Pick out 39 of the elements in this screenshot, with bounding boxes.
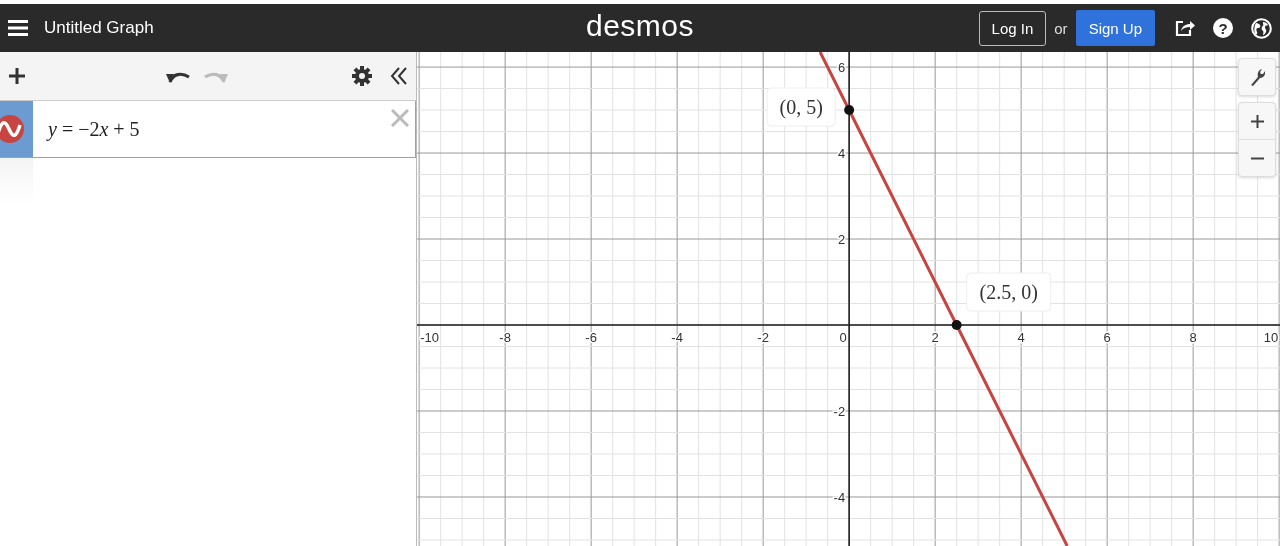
wrench-icon [1249, 68, 1265, 86]
tick-label: -6 [585, 330, 597, 345]
annotation: (0, 5) [779, 96, 823, 120]
tick-label: -8 [499, 330, 511, 345]
settings-icon[interactable] [352, 66, 372, 86]
share-icon[interactable] [1175, 19, 1195, 37]
point-marker[interactable] [951, 320, 962, 330]
tick-label: 6 [1103, 330, 1111, 345]
or-text: or [1054, 19, 1068, 37]
add-icon[interactable] [8, 67, 26, 85]
expression-text[interactable]: y = −2x + 5 [48, 117, 140, 141]
help-icon[interactable]: ? [1213, 18, 1233, 38]
login-button[interactable]: Log In [978, 10, 1047, 46]
point-label: (2.5, 0) [966, 272, 1052, 312]
tick-label: 10 [1263, 330, 1279, 345]
plus-icon [1250, 114, 1264, 128]
annotation: (2.5, 0) [979, 281, 1038, 305]
tick-label: -4 [671, 330, 683, 345]
tick-label: -10 [420, 330, 439, 345]
point-marker[interactable] [844, 105, 855, 116]
graph-title: Untitled Graph [44, 18, 154, 38]
tick-label: 6 [837, 60, 846, 76]
globe-icon[interactable] [1251, 17, 1272, 39]
signup-button[interactable]: Sign Up [1075, 10, 1155, 46]
collapse-icon[interactable] [390, 67, 408, 85]
tick-label: 8 [1189, 330, 1197, 345]
minus-icon [1250, 156, 1264, 160]
tick-label: -2 [757, 330, 769, 345]
logo: desmos [586, 9, 694, 43]
point-label: (0, 5) [766, 87, 836, 127]
expression-row[interactable]: y = −2x + 5 [0, 101, 416, 158]
menu-icon[interactable] [8, 20, 28, 36]
tick-label: 2 [931, 330, 939, 345]
tick-label: -4 [833, 490, 846, 505]
tick-label: 0 [839, 330, 847, 345]
tick-label: 4 [1017, 330, 1025, 345]
tick-label: 2 [837, 232, 846, 247]
tick-label: -2 [833, 404, 846, 419]
tick-label: 4 [837, 146, 846, 162]
